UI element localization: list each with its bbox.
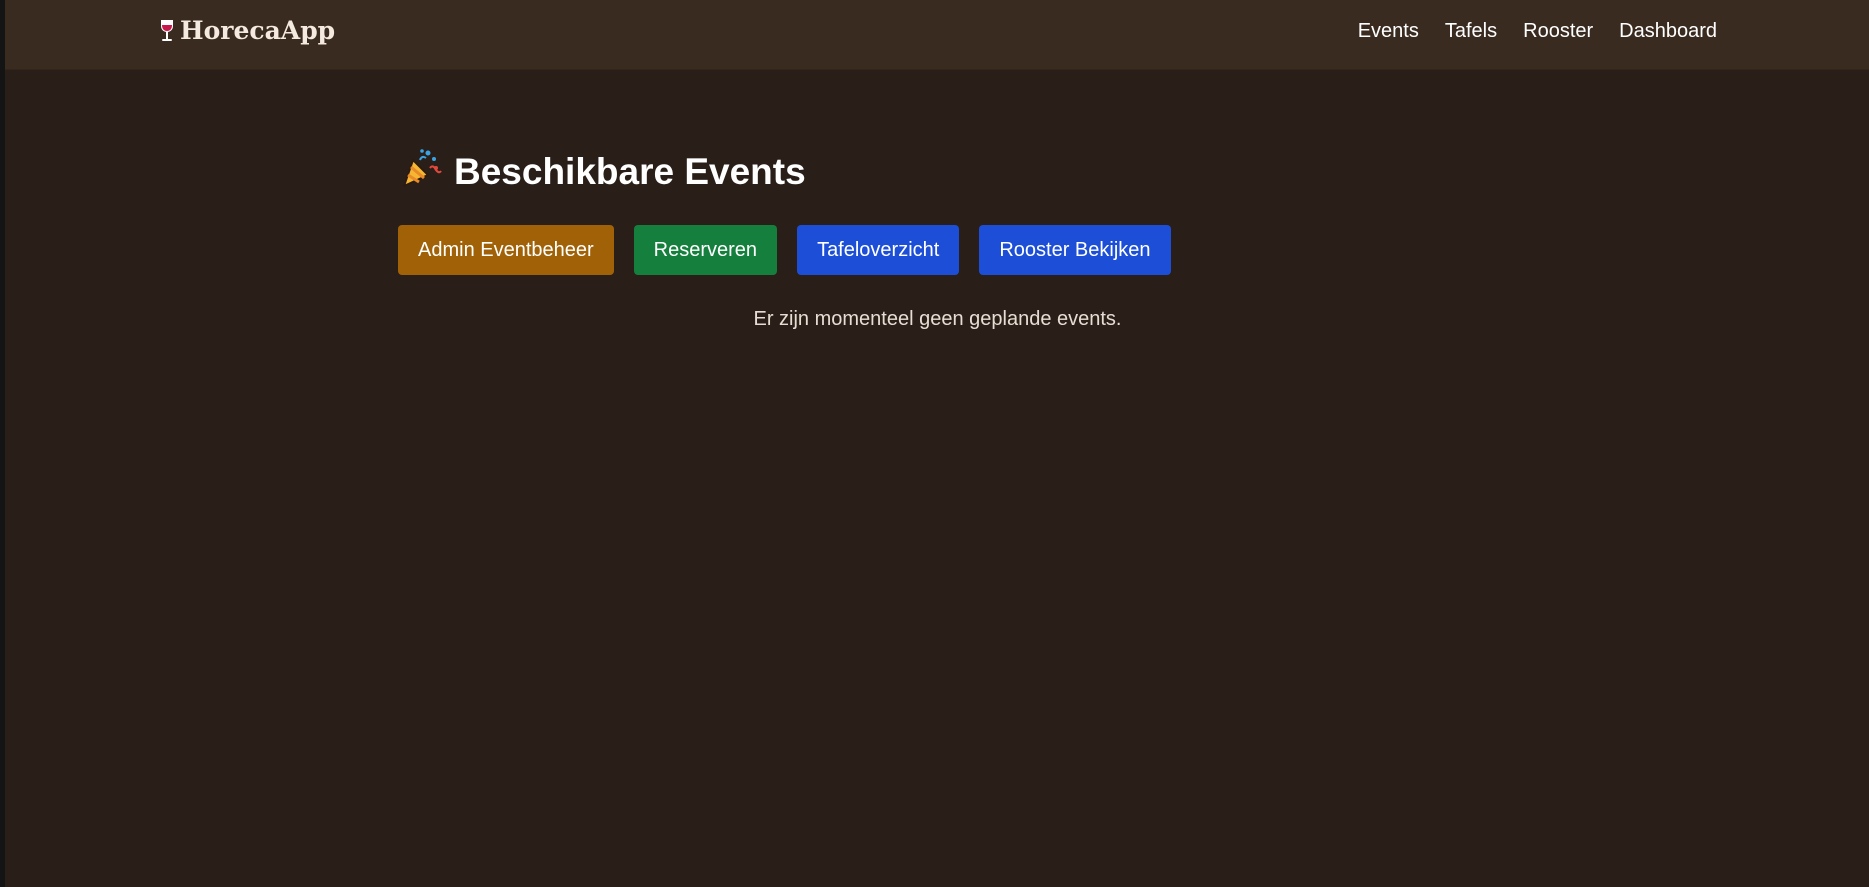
main-content: Beschikbare Events Admin Eventbeheer Res… xyxy=(398,146,1171,275)
admin-eventbeheer-button[interactable]: Admin Eventbeheer xyxy=(398,225,614,275)
rooster-bekijken-button[interactable]: Rooster Bekijken xyxy=(979,225,1171,275)
brand-logo-link[interactable]: HorecaApp xyxy=(158,16,335,45)
main-nav: Events Tafels Rooster Dashboard xyxy=(1358,20,1717,43)
nav-link-tafels[interactable]: Tafels xyxy=(1445,20,1497,43)
nav-link-rooster[interactable]: Rooster xyxy=(1523,20,1593,43)
tafeloverzicht-button[interactable]: Tafeloverzicht xyxy=(797,225,960,275)
page-title-text: Beschikbare Events xyxy=(454,151,806,192)
empty-events-message: Er zijn momenteel geen geplande events. xyxy=(753,308,1122,330)
nav-link-dashboard[interactable]: Dashboard xyxy=(1619,20,1717,43)
party-popper-icon xyxy=(398,146,442,199)
wine-glass-icon xyxy=(158,19,176,43)
page-title: Beschikbare Events xyxy=(398,146,806,198)
window-edge xyxy=(0,0,5,887)
nav-link-events[interactable]: Events xyxy=(1358,20,1419,43)
brand-name: HorecaApp xyxy=(180,16,336,45)
top-navbar: HorecaApp Events Tafels Rooster Dashboar… xyxy=(5,0,1869,70)
action-buttons: Admin Eventbeheer Reserveren Tafeloverzi… xyxy=(398,225,1171,275)
reserveren-button[interactable]: Reserveren xyxy=(633,225,778,275)
